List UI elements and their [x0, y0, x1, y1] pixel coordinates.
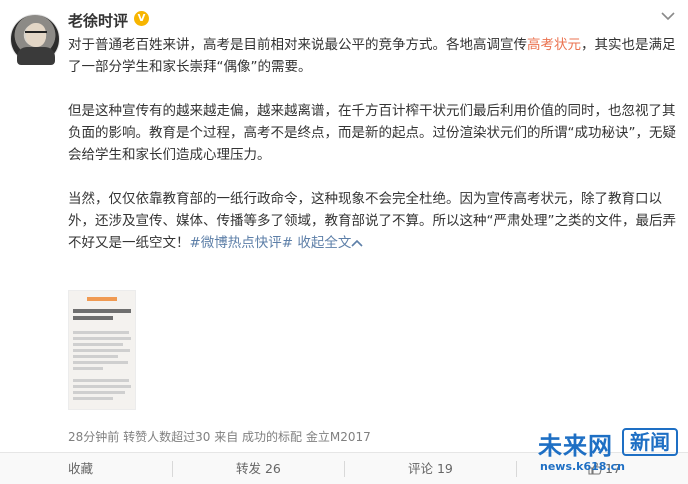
comment-button[interactable]: 评论 19	[408, 453, 453, 484]
favorite-button[interactable]: 收藏	[68, 453, 93, 484]
forward-button[interactable]: 转发 26	[236, 453, 281, 484]
avatar[interactable]	[10, 14, 60, 65]
post-text: 对于普通老百姓来讲，高考是目前相对来说最公平的竞争方式。各地高调宣传高考状元，其…	[68, 34, 678, 276]
divider	[172, 461, 173, 477]
topic-link[interactable]: #微博热点快评#	[190, 235, 294, 251]
verified-badge-icon: V	[134, 11, 149, 26]
post-time[interactable]: 28分钟前	[68, 430, 119, 444]
watermark-logo: 未来网 新闻 news.k618.cn	[538, 426, 680, 482]
collapse-link[interactable]: 收起全文	[297, 235, 363, 251]
post-source[interactable]: 来自 成功的标配 金立M2017	[214, 430, 371, 444]
chevron-up-icon	[351, 232, 363, 254]
watermark-brand: 未来网	[538, 432, 613, 460]
user-name[interactable]: 老徐时评	[68, 10, 128, 31]
paragraph-3: 当然，仅仅依靠教育部的一纸行政命令，这种现象不会完全杜绝。因为宣传高考状元，除了…	[68, 188, 678, 254]
watermark-box: 新闻	[622, 428, 678, 456]
watermark-url: news.k618.cn	[540, 460, 625, 473]
link-gaokao-zhuangyuan[interactable]: 高考状元	[527, 37, 581, 53]
paragraph-1: 对于普通老百姓来讲，高考是目前相对来说最公平的竞争方式。各地高调宣传高考状元，其…	[68, 37, 676, 75]
chevron-down-icon[interactable]	[660, 10, 676, 24]
reposts-text: 转赞人数超过30	[123, 430, 211, 444]
post-meta: 28分钟前 转赞人数超过30 来自 成功的标配 金立M2017	[68, 428, 371, 445]
divider	[344, 461, 345, 477]
image-thumbnail[interactable]	[68, 290, 136, 410]
divider	[516, 461, 517, 477]
weibo-post: 老徐时评 V 对于普通老百姓来讲，高考是目前相对来说最公平的竞争方式。各地高调宣…	[0, 0, 688, 452]
paragraph-2: 但是这种宣传有的越来越走偏，越来越离谱，在千方百计榨干状元们最后利用价值的同时，…	[68, 103, 676, 163]
